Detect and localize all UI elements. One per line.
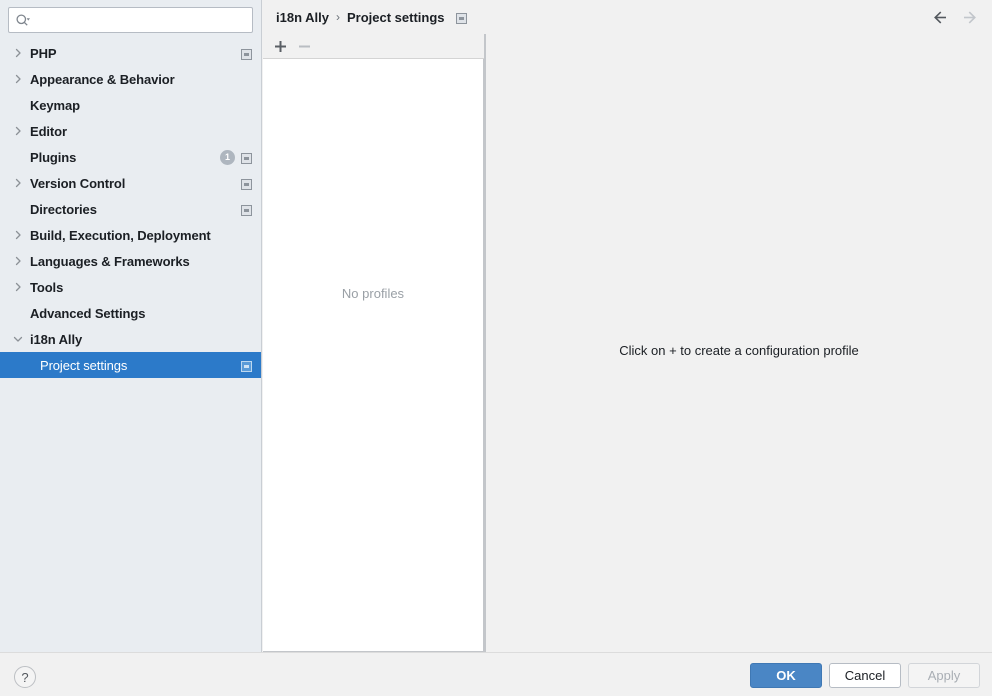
detail-hint-text: Click on + to create a configuration pro… — [619, 343, 859, 358]
sidebar-item-label: Advanced Settings — [30, 305, 146, 321]
chevron-right-icon[interactable] — [10, 227, 26, 243]
chevron-right-icon[interactable] — [10, 279, 26, 295]
add-profile-button[interactable] — [269, 36, 291, 57]
breadcrumb-separator: › — [335, 10, 340, 24]
dialog-action-buttons: OK Cancel Apply — [750, 663, 980, 688]
twisty-placeholder — [10, 149, 26, 165]
profile-detail-pane: Click on + to create a configuration pro… — [486, 34, 992, 652]
sidebar-item-indicators — [241, 40, 252, 66]
sidebar-item-php[interactable]: PHP — [0, 40, 261, 66]
sidebar-item-label: Keymap — [30, 97, 80, 113]
project-scope-icon — [241, 48, 252, 60]
twisty-placeholder — [10, 305, 26, 321]
sidebar-item-directories[interactable]: Directories — [0, 196, 261, 222]
settings-sidebar: PHP Appearance & Behavior Keymap Editor Plug… — [0, 0, 262, 652]
sidebar-item-editor[interactable]: Editor — [0, 118, 261, 144]
sidebar-item-build-execution-deployment[interactable]: Build, Execution, Deployment — [0, 222, 261, 248]
sidebar-item-appearance-behavior[interactable]: Appearance & Behavior — [0, 66, 261, 92]
sidebar-item-plugins[interactable]: Plugins 1 — [0, 144, 261, 170]
profiles-toolbar — [263, 34, 484, 59]
remove-profile-button — [293, 36, 315, 57]
sidebar-item-indicators — [241, 352, 252, 378]
sidebar-item-tools[interactable]: Tools — [0, 274, 261, 300]
sidebar-item-i18n-ally[interactable]: i18n Ally — [0, 326, 261, 352]
profiles-panel: No profiles — [263, 34, 484, 652]
sidebar-search-area — [0, 0, 261, 33]
settings-dialog: PHP Appearance & Behavior Keymap Editor Plug… — [0, 0, 992, 696]
search-icon — [15, 13, 31, 29]
help-button[interactable]: ? — [14, 666, 36, 688]
apply-button: Apply — [908, 663, 980, 688]
sidebar-item-indicators: 1 — [220, 144, 252, 170]
settings-content: i18n Ally › Project settings No profiles… — [263, 0, 992, 652]
twisty-placeholder — [10, 97, 26, 113]
arrow-right-icon — [961, 9, 978, 26]
sidebar-item-languages-frameworks[interactable]: Languages & Frameworks — [0, 248, 261, 274]
chevron-right-icon[interactable] — [10, 123, 26, 139]
chevron-right-icon[interactable] — [10, 175, 26, 191]
profiles-list[interactable]: No profiles — [263, 59, 484, 652]
dialog-footer: ? OK Cancel Apply — [0, 652, 992, 696]
sidebar-item-label: i18n Ally — [30, 331, 83, 347]
update-count-badge: 1 — [220, 149, 235, 165]
sidebar-item-label: Version Control — [30, 175, 126, 191]
sidebar-item-label: PHP — [30, 45, 57, 61]
breadcrumb-current: Project settings — [346, 9, 445, 25]
search-box[interactable] — [8, 7, 253, 33]
breadcrumb: i18n Ally › Project settings — [263, 0, 992, 34]
sidebar-item-indicators — [241, 170, 252, 196]
sidebar-item-label: Tools — [30, 279, 64, 295]
chevron-right-icon[interactable] — [10, 253, 26, 269]
sidebar-item-label: Appearance & Behavior — [30, 71, 175, 87]
chevron-right-icon[interactable] — [10, 45, 26, 61]
search-input[interactable] — [35, 9, 252, 31]
sidebar-item-label: Project settings — [40, 357, 128, 373]
navigation-arrows — [932, 9, 978, 26]
twisty-placeholder — [10, 201, 26, 217]
profiles-empty-text: No profiles — [341, 285, 405, 301]
project-scope-icon — [241, 204, 252, 216]
breadcrumb-root[interactable]: i18n Ally — [276, 10, 329, 25]
chevron-down-icon[interactable] — [10, 331, 26, 347]
project-scope-icon — [241, 152, 252, 164]
sidebar-item-advanced-settings[interactable]: Advanced Settings — [0, 300, 261, 326]
arrow-left-icon[interactable] — [932, 9, 949, 26]
chevron-right-icon[interactable] — [10, 71, 26, 87]
sidebar-item-project-settings[interactable]: Project settings — [0, 352, 261, 378]
ok-button[interactable]: OK — [750, 663, 822, 688]
sidebar-item-label: Editor — [30, 123, 67, 139]
sidebar-item-label: Plugins — [30, 149, 77, 165]
sidebar-item-label: Languages & Frameworks — [30, 253, 190, 269]
project-scope-icon — [241, 360, 252, 372]
sidebar-item-label: Build, Execution, Deployment — [30, 227, 211, 243]
project-scope-icon — [241, 178, 252, 190]
sidebar-item-indicators — [241, 196, 252, 222]
settings-tree: PHP Appearance & Behavior Keymap Editor Plug… — [0, 40, 261, 378]
sidebar-item-version-control[interactable]: Version Control — [0, 170, 261, 196]
project-scope-icon — [455, 12, 467, 24]
sidebar-item-keymap[interactable]: Keymap — [0, 92, 261, 118]
sidebar-item-label: Directories — [30, 201, 97, 217]
cancel-button[interactable]: Cancel — [829, 663, 901, 688]
